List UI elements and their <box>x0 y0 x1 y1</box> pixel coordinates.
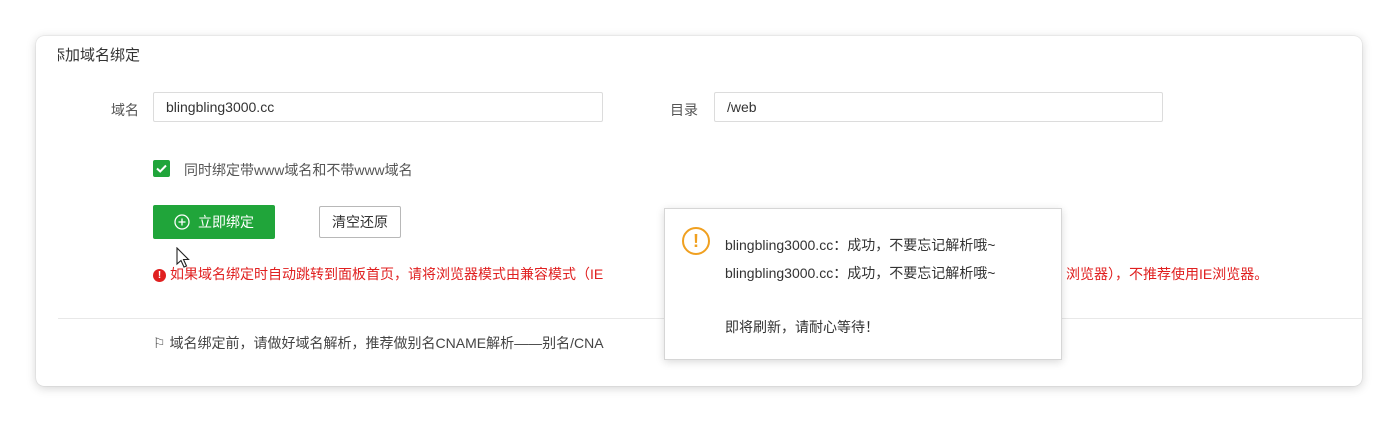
dns-tip: ⚐ 域名绑定前，请做好域名解析，推荐做别名CNAME解析——别名/CNA <box>153 333 604 353</box>
reset-button[interactable]: 清空还原 <box>319 206 401 238</box>
error-icon: ! <box>153 269 166 282</box>
www-checkbox[interactable] <box>153 160 170 177</box>
check-icon <box>156 164 167 173</box>
mouse-pointer-icon <box>176 246 190 274</box>
result-toast: ! blingbling3000.cc：成功，不要忘记解析哦~ blingbli… <box>664 208 1062 360</box>
dialog-title: 添加域名绑定 <box>50 47 141 64</box>
bind-now-button[interactable]: 立即绑定 <box>153 205 275 239</box>
toast-line-2: blingbling3000.cc：成功，不要忘记解析哦~ <box>725 265 996 281</box>
domain-label: 域名 <box>111 102 139 118</box>
ie-warning-tail: 浏览器），不推荐使用IE浏览器。 <box>1066 266 1269 282</box>
ie-warning-text: 如果域名绑定时自动跳转到面板首页，请将浏览器模式由兼容模式（IE <box>170 266 604 282</box>
exclamation-icon: ! <box>682 227 710 255</box>
toast-line-3: 即将刷新，请耐心等待！ <box>725 319 879 335</box>
dns-tip-text: 域名绑定前，请做好域名解析，推荐做别名CNAME解析——别名/CNA <box>169 335 604 351</box>
toast-line-1: blingbling3000.cc：成功，不要忘记解析哦~ <box>725 237 996 253</box>
plus-circle-icon <box>174 214 190 230</box>
dir-input[interactable] <box>714 92 1163 122</box>
dir-label: 目录 <box>670 102 698 118</box>
flag-icon: ⚐ <box>153 335 166 351</box>
bind-now-label: 立即绑定 <box>198 214 254 230</box>
ie-warning: ! 如果域名绑定时自动跳转到面板首页，请将浏览器模式由兼容模式（IE <box>153 264 603 284</box>
domain-input[interactable] <box>153 92 603 122</box>
www-checkbox-label: 同时绑定带www域名和不带www域名 <box>184 162 413 178</box>
